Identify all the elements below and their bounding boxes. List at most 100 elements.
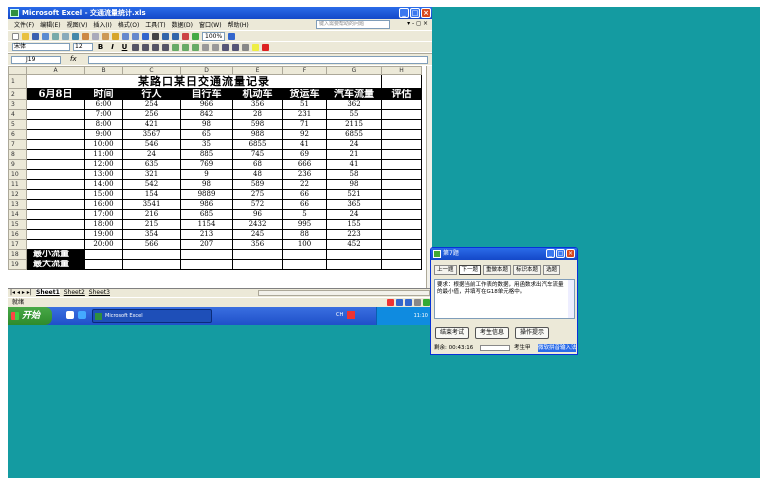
cell[interactable]: 88 [282, 229, 327, 240]
row-header[interactable]: 19 [8, 259, 27, 270]
header-cell[interactable]: 评估 [381, 88, 422, 100]
menu-help[interactable]: 帮助(H) [228, 20, 249, 29]
menu-tools[interactable]: 工具(T) [145, 20, 165, 29]
menu-edit[interactable]: 编辑(E) [40, 20, 60, 29]
select-all-corner[interactable] [8, 66, 27, 75]
tab-sheet2[interactable]: Sheet2 [64, 289, 85, 296]
cell[interactable]: 3541 [122, 199, 181, 210]
cell[interactable]: 598 [232, 119, 283, 130]
tray-ime-icon[interactable] [347, 311, 356, 319]
cell[interactable] [26, 239, 85, 250]
cell[interactable]: 155 [326, 219, 382, 230]
cell[interactable]: 68 [232, 159, 283, 170]
row-header[interactable]: 1 [8, 74, 27, 89]
cell[interactable]: 231 [282, 109, 327, 120]
cell[interactable]: 11:00 [84, 149, 123, 160]
cell[interactable]: 546 [122, 139, 181, 150]
format-painter-icon[interactable] [112, 32, 119, 40]
min-label-cell[interactable]: 最小流量 [26, 249, 85, 260]
autosum-icon[interactable] [152, 32, 159, 40]
save-icon[interactable] [32, 32, 39, 40]
cell[interactable]: 22 [282, 179, 327, 190]
cell[interactable]: 356 [232, 239, 283, 250]
cell[interactable]: 421 [122, 119, 181, 130]
help-search-input[interactable]: 键入需要帮助的问题 [316, 20, 390, 29]
cell[interactable] [381, 239, 422, 250]
decrease-decimal-icon[interactable] [212, 43, 219, 51]
undo-icon[interactable] [122, 32, 129, 40]
menu-view[interactable]: 视图(V) [67, 20, 88, 29]
cell[interactable]: 66 [282, 199, 327, 210]
cell[interactable] [26, 139, 85, 150]
maximize-button[interactable]: □ [410, 8, 420, 18]
cell[interactable]: 98 [180, 179, 233, 190]
cell[interactable]: 986 [180, 199, 233, 210]
cell[interactable]: 236 [282, 169, 327, 180]
mark-question-button[interactable]: 标识本题 [513, 265, 542, 275]
cell[interactable] [84, 259, 123, 270]
cell[interactable]: 98 [326, 179, 382, 190]
align-center-icon[interactable] [142, 43, 149, 51]
cell[interactable]: 100 [282, 239, 327, 250]
ime-mode-icon[interactable] [396, 299, 403, 306]
cell[interactable] [26, 179, 85, 190]
row-header[interactable]: 7 [8, 139, 27, 150]
paste-icon[interactable] [102, 32, 109, 40]
chart-wizard-icon[interactable] [182, 32, 189, 40]
cell[interactable]: 10:00 [84, 139, 123, 150]
ime-keyboard-icon[interactable] [414, 299, 421, 306]
cell[interactable]: 213 [180, 229, 233, 240]
cell[interactable]: 666 [282, 159, 327, 170]
comma-icon[interactable] [192, 43, 199, 51]
menu-window-controls[interactable]: ▾ - ◻ × [407, 20, 428, 27]
open-icon[interactable] [22, 32, 29, 40]
excel-title-bar[interactable]: Microsoft Excel - 交通流量统计.xls _ □ × [8, 7, 432, 19]
column-header[interactable]: C [122, 66, 181, 75]
cell[interactable]: 6855 [232, 139, 283, 150]
underline-button[interactable]: U [120, 43, 129, 51]
permission-icon[interactable] [42, 32, 49, 40]
cell[interactable]: 566 [122, 239, 181, 250]
menu-format[interactable]: 格式(O) [118, 20, 139, 29]
row-header[interactable]: 14 [8, 209, 27, 220]
cell[interactable] [326, 259, 382, 270]
cell[interactable] [26, 119, 85, 130]
cell[interactable] [381, 159, 422, 170]
row-header[interactable]: 11 [8, 179, 27, 190]
print-preview-icon[interactable] [62, 32, 69, 40]
cell[interactable] [381, 259, 422, 270]
quicklaunch-desktop-icon[interactable] [66, 311, 74, 319]
cell[interactable]: 96 [232, 209, 283, 220]
cell[interactable] [381, 119, 422, 130]
ime-settings-icon[interactable] [423, 299, 430, 306]
name-box[interactable]: J19 [11, 56, 61, 64]
cell[interactable] [381, 99, 422, 110]
cell[interactable]: 24 [122, 149, 181, 160]
fx-icon[interactable]: fx [70, 55, 77, 63]
cell[interactable] [26, 149, 85, 160]
cell[interactable]: 589 [232, 179, 283, 190]
next-question-button[interactable]: 下一题 [458, 265, 482, 275]
ime-logo-icon[interactable] [387, 299, 394, 306]
close-button[interactable]: × [421, 8, 431, 18]
cell[interactable] [232, 259, 283, 270]
cell[interactable] [26, 209, 85, 220]
cell[interactable]: 58 [326, 169, 382, 180]
tray-lang[interactable]: CH [336, 312, 343, 318]
horizontal-scrollbar[interactable] [258, 290, 430, 296]
cell[interactable] [381, 109, 422, 120]
cell[interactable]: 98 [180, 119, 233, 130]
cell[interactable]: 988 [232, 129, 283, 140]
tab-scroll-arrows[interactable]: |◂ ◂ ▸ ▸| [10, 289, 32, 297]
menu-insert[interactable]: 插入(I) [93, 20, 111, 29]
cell[interactable]: 41 [326, 159, 382, 170]
column-header[interactable]: E [232, 66, 283, 75]
row-header[interactable]: 13 [8, 199, 27, 210]
cell[interactable] [326, 249, 382, 260]
spelling-icon[interactable] [72, 32, 79, 40]
cell[interactable]: 2432 [232, 219, 283, 230]
minimize-button[interactable]: _ [399, 8, 409, 18]
column-header[interactable]: F [282, 66, 327, 75]
cell[interactable]: 21 [326, 149, 382, 160]
fill-color-icon[interactable] [252, 43, 259, 51]
